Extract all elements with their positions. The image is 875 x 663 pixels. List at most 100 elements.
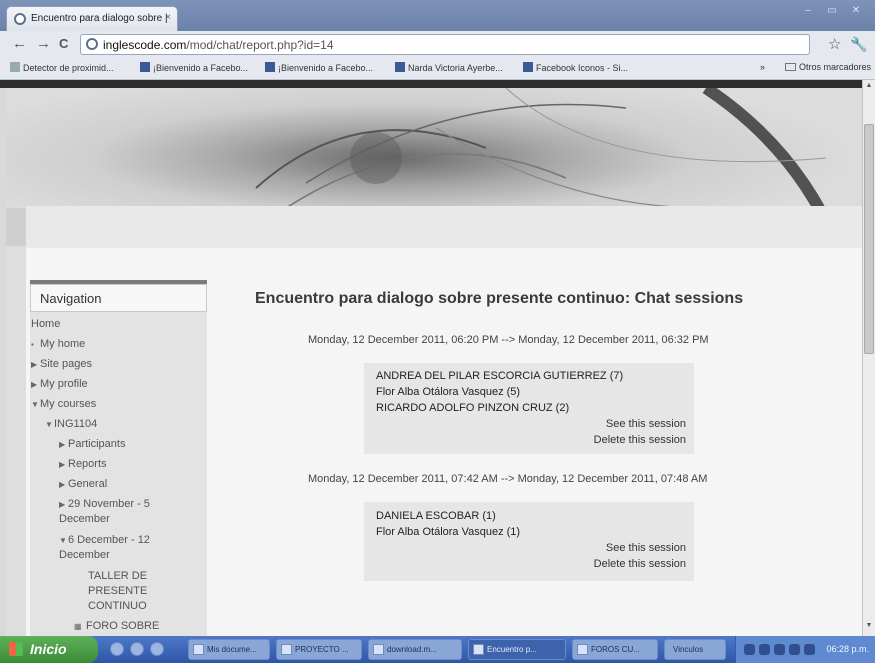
see-session-link[interactable]: See this session <box>606 418 686 430</box>
other-bookmarks[interactable]: Otros marcadores <box>784 62 871 72</box>
session-participant: Flor Alba Otálora Vasquez (5) <box>376 386 521 398</box>
taskbar-window-button[interactable]: PROYECTO ... <box>276 639 362 660</box>
nav-foro-sobre[interactable]: ▦ FORO SOBRE <box>74 620 159 632</box>
nav-site-pages[interactable]: ▶ Site pages <box>31 358 92 370</box>
see-session-link[interactable]: See this session <box>606 542 686 554</box>
bookmark-item[interactable]: Detector de proximid... <box>10 62 114 73</box>
delete-session-link[interactable]: Delete this session <box>594 434 686 446</box>
nav-home[interactable]: Home <box>31 318 60 330</box>
browser-icon <box>473 644 484 655</box>
system-tray: 06:28 p.m. <box>735 636 875 663</box>
url-path: /mod/chat/report.php?id=14 <box>186 38 334 52</box>
bookmark-item[interactable]: ¡Bienvenido a Facebo... <box>265 62 373 73</box>
bookmark-star-icon[interactable]: ☆ <box>828 35 841 53</box>
facebook-icon <box>395 62 405 72</box>
reload-icon[interactable]: C <box>59 36 68 52</box>
session-participant: Flor Alba Otálora Vasquez (1) <box>376 526 521 538</box>
url-host: inglescode.com <box>103 38 187 52</box>
bookmark-item[interactable]: Facebook Iconos - Si... <box>523 62 628 73</box>
nav-week-6dec[interactable]: ▼6 December - 12 December <box>59 533 177 563</box>
site-info-icon[interactable] <box>86 38 98 50</box>
nav-general[interactable]: ▶ General <box>59 478 107 490</box>
browser-tab[interactable]: Encuentro para dialogo sobre | × <box>6 6 178 31</box>
facebook-icon <box>265 62 275 72</box>
nav-week-29nov[interactable]: ▶ 29 November - 5 December <box>59 497 177 527</box>
windows-taskbar: Inicio Mis docume... PROYECTO ... downlo… <box>0 636 875 663</box>
caret-down-icon: ▼ <box>45 420 53 429</box>
caret-right-icon: ▶ <box>59 480 66 489</box>
delete-session-link[interactable]: Delete this session <box>594 558 686 570</box>
nav-my-home[interactable]: ▪ My home <box>31 338 85 350</box>
caret-down-icon: ▼ <box>59 536 67 545</box>
scroll-up-icon[interactable]: ▲ <box>864 82 874 94</box>
taskbar-clock[interactable]: 06:28 p.m. <box>826 644 869 654</box>
scrollbar-thumb[interactable] <box>864 124 874 354</box>
tab-close-icon[interactable]: × <box>165 12 171 23</box>
caret-right-icon: ▶ <box>59 460 66 469</box>
caret-right-icon: ▶ <box>59 440 66 449</box>
caret-down-icon: ▼ <box>31 400 39 409</box>
browser-titlebar: Encuentro para dialogo sobre | × – ▭ ✕ <box>0 0 875 31</box>
quicklaunch-desktop-icon[interactable] <box>150 642 164 656</box>
window-controls: – ▭ ✕ <box>797 4 867 19</box>
download-icon <box>373 644 384 655</box>
minimize-icon[interactable]: – <box>797 4 819 19</box>
browser-toolbar: ← → C inglescode.com/mod/chat/report.php… <box>0 31 875 58</box>
window-close-icon[interactable]: ✕ <box>845 4 867 19</box>
nav-reports[interactable]: ▶ Reports <box>59 458 107 470</box>
session-block: DANIELA ESCOBAR (1) Flor Alba Otálora Va… <box>364 502 694 581</box>
session-participant: ANDREA DEL PILAR ESCORCIA GUTIERREZ (7) <box>376 370 624 382</box>
session-block: ANDREA DEL PILAR ESCORCIA GUTIERREZ (7) … <box>364 363 694 454</box>
maximize-icon[interactable]: ▭ <box>821 4 843 19</box>
tray-update-icon[interactable] <box>789 644 800 655</box>
nav-taller-presente-continuo[interactable]: TALLER DE PRESENTE CONTINUO <box>88 569 168 614</box>
page-top-bar <box>0 80 875 88</box>
tab-title: Encuentro para dialogo sobre | <box>31 13 168 24</box>
nav-course-ing1104[interactable]: ▼ING1104 <box>45 418 97 430</box>
bookmark-item[interactable]: Narda Victoria Ayerbe... <box>395 62 503 73</box>
taskbar-window-button-active[interactable]: Encuentro p... <box>468 639 566 660</box>
header-strip <box>26 206 862 248</box>
bookmark-item[interactable]: ¡Bienvenido a Facebo... <box>140 62 248 73</box>
navigation-block: Navigation Home ▪ My home ▶ Site pages ▶ My… <box>30 280 207 636</box>
caret-right-icon: ▶ <box>31 380 38 389</box>
bookmark-favicon-icon <box>10 62 20 72</box>
scroll-down-icon[interactable]: ▼ <box>864 622 874 634</box>
taskbar-window-button[interactable]: download.m... <box>368 639 462 660</box>
nav-my-courses[interactable]: ▼My courses <box>31 398 96 410</box>
nav-participants[interactable]: ▶ Participants <box>59 438 125 450</box>
page-title: Encuentro para dialogo sobre presente co… <box>255 290 744 307</box>
back-arrow-icon[interactable]: ← <box>12 36 27 52</box>
page-content: Navigation Home ▪ My home ▶ Site pages ▶ My… <box>26 248 862 636</box>
taskbar-links-toolbar[interactable]: Vinculos <box>664 639 726 660</box>
tray-volume-icon[interactable] <box>759 644 770 655</box>
page-favicon-icon <box>14 13 26 25</box>
facebook-icon <box>523 62 533 72</box>
bookmarks-bar: Detector de proximid... ¡Bienvenido a Fa… <box>0 58 875 80</box>
tray-app-icon[interactable] <box>804 644 815 655</box>
forum-icon: ▦ <box>74 622 82 631</box>
nav-my-profile[interactable]: ▶ My profile <box>31 378 88 390</box>
caret-right-icon: ▶ <box>31 360 38 369</box>
session-participant: DANIELA ESCOBAR (1) <box>376 510 496 522</box>
wrench-menu-icon[interactable]: 🔧 <box>850 36 867 53</box>
tray-network-icon[interactable] <box>744 644 755 655</box>
taskbar-window-button[interactable]: FOROS CU... <box>572 639 658 660</box>
taskbar-window-button[interactable]: Mis docume... <box>188 639 270 660</box>
quicklaunch-ie-icon[interactable] <box>110 642 124 656</box>
facebook-icon <box>140 62 150 72</box>
forward-arrow-icon[interactable]: → <box>36 36 51 52</box>
address-bar[interactable]: inglescode.com/mod/chat/report.php?id=14 <box>80 34 810 55</box>
quicklaunch-media-icon[interactable] <box>130 642 144 656</box>
navigation-header: Navigation <box>30 284 207 312</box>
tray-security-icon[interactable] <box>774 644 785 655</box>
folder-icon <box>784 63 796 71</box>
bullet-icon: ▪ <box>31 340 34 349</box>
session-participant: RICARDO ADOLFO PINZON CRUZ (2) <box>376 402 570 414</box>
start-button[interactable]: Inicio <box>0 636 98 663</box>
word-document-icon <box>281 644 292 655</box>
word-document-icon <box>577 644 588 655</box>
bookmarks-overflow-icon[interactable]: » <box>760 62 765 72</box>
page-viewport: Navigation Home ▪ My home ▶ Site pages ▶ My… <box>6 88 862 636</box>
vertical-scrollbar[interactable]: ▲ ▼ <box>862 80 875 636</box>
